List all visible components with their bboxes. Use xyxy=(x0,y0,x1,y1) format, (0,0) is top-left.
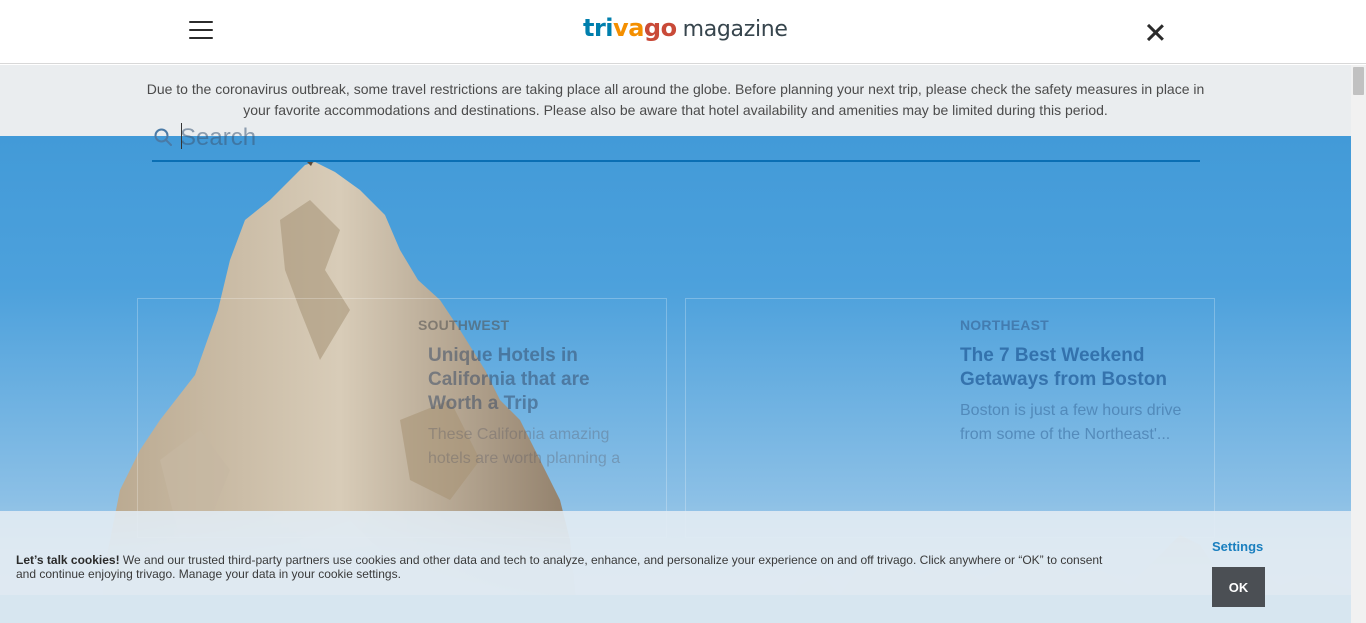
article-description: These California amazing hotels are wort… xyxy=(428,426,621,467)
article-category: SOUTHWEST xyxy=(418,317,510,333)
cookie-body: We and our trusted third-party partners … xyxy=(16,553,1103,581)
search-icon xyxy=(154,128,172,146)
trivago-magazine-logo[interactable]: trivago magazine xyxy=(583,14,788,48)
cookie-settings-link[interactable]: Settings xyxy=(1212,539,1263,554)
cookie-consent-banner[interactable]: Let’s talk cookies! We and our trusted t… xyxy=(0,511,1351,623)
logo-brand: trivago xyxy=(583,14,677,42)
article-title[interactable]: Unique Hotels in California that are Wor… xyxy=(428,344,648,416)
scrollbar-thumb[interactable] xyxy=(1353,67,1364,95)
cookie-title: Let’s talk cookies! xyxy=(16,553,120,567)
article-category: NORTHEAST xyxy=(960,317,1049,333)
covid-notice-text: Due to the coronavirus outbreak, some tr… xyxy=(146,81,1205,118)
logo-suffix: magazine xyxy=(682,17,788,42)
search-bar xyxy=(152,118,1200,162)
article-title[interactable]: The 7 Best Weekend Getaways from Boston xyxy=(960,344,1190,392)
article-description: Boston is just a few hours drive from so… xyxy=(960,402,1182,443)
cookie-ok-button[interactable]: OK xyxy=(1212,567,1265,607)
close-icon[interactable] xyxy=(1144,21,1166,43)
page-scrollbar[interactable] xyxy=(1351,65,1366,623)
article-card[interactable]: SOUTHWEST Unique Hotels in California th… xyxy=(137,298,667,538)
article-card[interactable]: NORTHEAST The 7 Best Weekend Getaways fr… xyxy=(685,298,1215,538)
cookie-message: Let’s talk cookies! We and our trusted t… xyxy=(16,553,1116,581)
hamburger-menu-icon[interactable] xyxy=(189,21,213,43)
site-header: trivago magazine xyxy=(0,0,1366,64)
text-caret xyxy=(181,123,182,149)
search-input[interactable] xyxy=(180,118,1180,158)
